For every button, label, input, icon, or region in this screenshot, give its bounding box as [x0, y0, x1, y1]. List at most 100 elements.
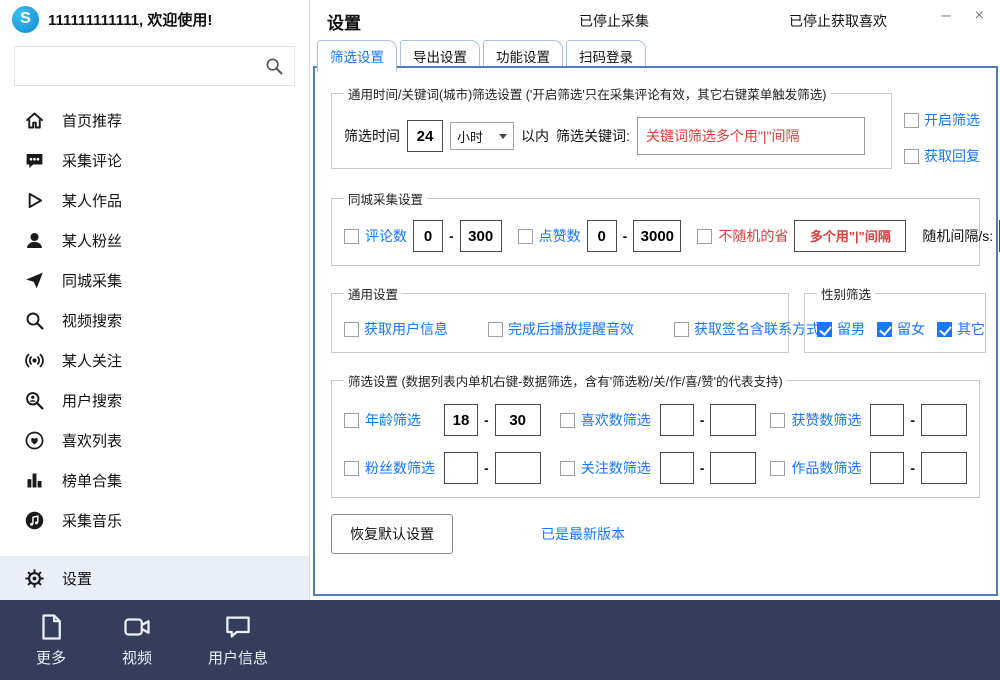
app-title: 111111111111, 欢迎使用!	[48, 9, 212, 30]
keep-male-label: 留男	[837, 319, 865, 339]
search-icon	[24, 310, 45, 331]
time-unit-select[interactable]: 小时	[450, 122, 514, 150]
sidebar-item-user-works[interactable]: 某人作品	[0, 180, 309, 220]
sidebar-item-home[interactable]: 首页推荐	[0, 100, 309, 140]
sidebar-item-collect-music[interactable]: 采集音乐	[0, 500, 309, 540]
search-icon[interactable]	[264, 56, 284, 76]
following-max-input[interactable]	[710, 452, 756, 484]
bottombar-item-label: 用户信息	[208, 647, 268, 668]
works-max-input[interactable]	[921, 452, 967, 484]
bottombar-item-video[interactable]: 视频	[122, 612, 152, 668]
keep-male-checkbox[interactable]	[817, 322, 832, 337]
like-count-label: 点赞数	[539, 226, 581, 246]
bottombar-item-label: 更多	[36, 647, 66, 668]
range-dash: -	[700, 412, 705, 428]
keep-female-label: 留女	[897, 319, 925, 339]
play-icon	[24, 190, 45, 211]
following-filter-checkbox[interactable]	[560, 461, 575, 476]
likes-filter-checkbox[interactable]	[560, 413, 575, 428]
sidebar-item-label: 首页推荐	[62, 110, 122, 131]
sidebar-item-collect-comments[interactable]: 采集评论	[0, 140, 309, 180]
fixed-province-checkbox[interactable]	[697, 229, 712, 244]
filter-time-input[interactable]	[407, 120, 443, 152]
gear-icon	[24, 568, 45, 589]
keep-other-checkbox[interactable]	[937, 322, 952, 337]
chevron-down-icon	[499, 134, 507, 139]
sidebar-item-likes-list[interactable]: 喜欢列表	[0, 420, 309, 460]
sidebar-item-city-collect[interactable]: 同城采集	[0, 260, 309, 300]
works-filter-checkbox[interactable]	[770, 461, 785, 476]
like-max-input[interactable]	[633, 220, 681, 252]
sidebar-item-user-search[interactable]: 用户搜索	[0, 380, 309, 420]
filter-toggle-column: 开启筛选 获取回复	[904, 84, 980, 169]
play-sound-checkbox[interactable]	[488, 322, 503, 337]
signature-contact-checkbox[interactable]	[674, 322, 689, 337]
praised-min-input[interactable]	[870, 404, 904, 436]
reset-defaults-button[interactable]: 恢复默认设置	[331, 514, 453, 554]
sidebar: S 111111111111, 欢迎使用! 首页推荐 采集评论 某人作品 某人粉…	[0, 0, 310, 600]
enable-filter-checkbox[interactable]	[904, 113, 919, 128]
keep-other-label: 其它	[957, 319, 985, 339]
like-count-checkbox[interactable]	[518, 229, 533, 244]
keep-female-checkbox[interactable]	[877, 322, 892, 337]
praised-filter-label: 获赞数筛选	[791, 410, 864, 430]
bottombar-item-more[interactable]: 更多	[36, 612, 66, 668]
range-dash: -	[449, 228, 454, 244]
sidebar-item-user-fans[interactable]: 某人粉丝	[0, 220, 309, 260]
sidebar-item-label: 榜单合集	[62, 470, 122, 491]
play-sound-label: 完成后播放提醒音效	[508, 319, 634, 339]
comment-max-input[interactable]	[460, 220, 502, 252]
works-min-input[interactable]	[870, 452, 904, 484]
age-min-input[interactable]	[444, 404, 478, 436]
general-settings-legend: 通用设置	[344, 284, 402, 303]
main-area: 设置 已停止采集 已停止获取喜欢 – × 筛选设置 导出设置 功能设置 扫码登录…	[311, 0, 1000, 600]
likes-filter-label: 喜欢数筛选	[581, 410, 654, 430]
general-filter-legend: 通用时间/关键词(城市)筛选设置 ('开启筛选'只在采集评论有效，其它右键菜单触…	[344, 84, 830, 103]
following-min-input[interactable]	[660, 452, 694, 484]
sidebar-item-video-search[interactable]: 视频搜索	[0, 300, 309, 340]
gender-filter-fieldset: 性别筛选 留男 留女 其它	[804, 284, 986, 353]
province-input[interactable]	[794, 220, 906, 252]
comment-icon	[24, 150, 45, 171]
window-controls: – ×	[942, 6, 984, 26]
data-filter-legend: 筛选设置 (数据列表内单机右键-数据筛选，含有'筛选粉/关/作/喜/赞'的代表支…	[344, 371, 787, 390]
sidebar-item-settings[interactable]: 设置	[0, 556, 309, 600]
range-dash: -	[910, 460, 915, 476]
get-reply-checkbox[interactable]	[904, 149, 919, 164]
sidebar-item-label: 某人作品	[62, 190, 122, 211]
works-filter-label: 作品数筛选	[791, 458, 864, 478]
fans-min-input[interactable]	[444, 452, 478, 484]
fans-filter-checkbox[interactable]	[344, 461, 359, 476]
sidebar-item-user-following[interactable]: 某人关注	[0, 340, 309, 380]
bottombar-item-user-info[interactable]: 用户信息	[208, 612, 268, 668]
tab-filter-settings[interactable]: 筛选设置	[317, 40, 397, 72]
close-button[interactable]: ×	[975, 6, 984, 26]
filter-keyword-input[interactable]	[637, 117, 865, 155]
status-likes-stopped: 已停止获取喜欢	[789, 11, 887, 31]
sidebar-item-label: 喜欢列表	[62, 430, 122, 451]
sidebar-item-label: 采集评论	[62, 150, 122, 171]
status-collect-stopped: 已停止采集	[579, 11, 649, 31]
likes-max-input[interactable]	[710, 404, 756, 436]
minimize-button[interactable]: –	[942, 6, 951, 26]
get-user-info-checkbox[interactable]	[344, 322, 359, 337]
search-input[interactable]	[25, 57, 264, 75]
likes-min-input[interactable]	[660, 404, 694, 436]
latest-version-link[interactable]: 已是最新版本	[541, 524, 625, 544]
fans-max-input[interactable]	[495, 452, 541, 484]
sidebar-item-rankings[interactable]: 榜单合集	[0, 460, 309, 500]
age-filter-checkbox[interactable]	[344, 413, 359, 428]
comment-count-checkbox[interactable]	[344, 229, 359, 244]
praised-filter-checkbox[interactable]	[770, 413, 785, 428]
panel-footer: 恢复默认设置 已是最新版本	[331, 514, 980, 554]
comment-min-input[interactable]	[413, 220, 443, 252]
praised-max-input[interactable]	[921, 404, 967, 436]
like-min-input[interactable]	[587, 220, 617, 252]
random-interval-label: 随机间隔/s:	[922, 226, 993, 246]
filter-settings-panel: 通用时间/关键词(城市)筛选设置 ('开启筛选'只在采集评论有效，其它右键菜单触…	[313, 66, 998, 596]
user-search-icon	[24, 390, 45, 411]
sidebar-menu: 首页推荐 采集评论 某人作品 某人粉丝 同城采集 视频搜索	[0, 90, 309, 600]
age-max-input[interactable]	[495, 404, 541, 436]
app-window: S 111111111111, 欢迎使用! 首页推荐 采集评论 某人作品 某人粉…	[0, 0, 1000, 680]
enable-filter-label: 开启筛选	[924, 110, 980, 130]
